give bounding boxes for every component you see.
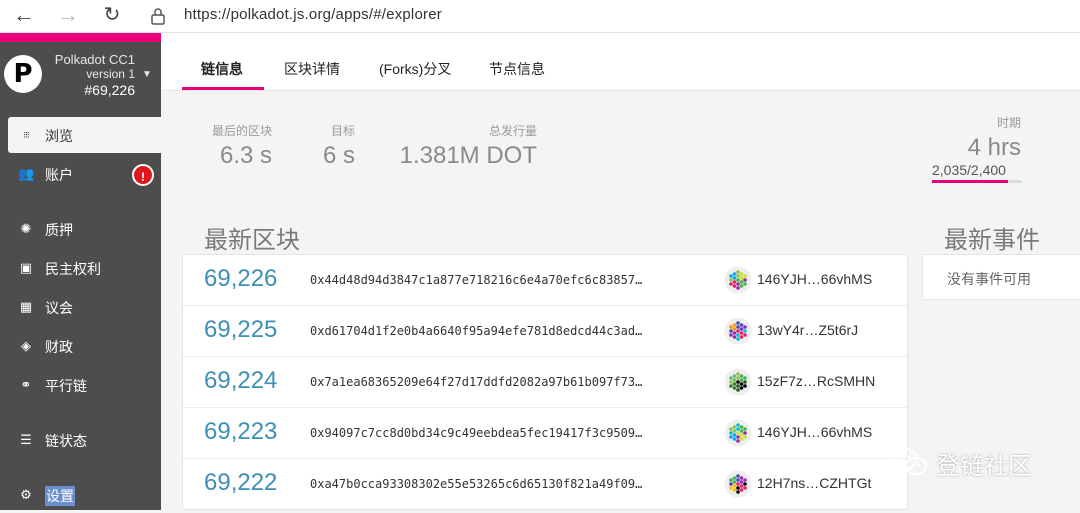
best-block-number: #69,226 bbox=[84, 82, 135, 98]
polkadot-logo[interactable]: P bbox=[4, 55, 42, 93]
tab-chain-info[interactable]: 链信息 bbox=[201, 59, 243, 79]
block-author[interactable]: 13wY4r…Z5t6rJ bbox=[757, 322, 858, 338]
sidebar-item-label: 民主权利 bbox=[45, 261, 101, 277]
identicon-icon[interactable] bbox=[724, 419, 752, 447]
database-icon: ☰ bbox=[20, 432, 32, 447]
sidebar-item-label: 议会 bbox=[45, 300, 73, 316]
table-row: 69,225 0xd61704d1f2e0b4a6640f95a94efe781… bbox=[183, 306, 907, 357]
browser-toolbar: ← → ↻ https://polkadot.js.org/apps/#/exp… bbox=[0, 0, 1080, 33]
sidebar-item-label: 质押 bbox=[45, 222, 73, 238]
sidebar: P Polkadot CC1 version 1 ▼ #69,226 ⁝⁝⁝ 浏… bbox=[0, 33, 161, 510]
cogs-icon: ⚙ bbox=[20, 487, 32, 502]
building-icon: ▦ bbox=[19, 299, 33, 314]
block-hash: 0x44d48d94d3847c1a877e718216c6e4a70efc6c… bbox=[310, 273, 643, 287]
tab-block-details[interactable]: 区块详情 bbox=[284, 59, 340, 79]
back-icon[interactable]: ← bbox=[12, 4, 36, 28]
recent-events-panel: 没有事件可用 bbox=[922, 254, 1080, 300]
chain-name[interactable]: Polkadot CC1 bbox=[55, 52, 135, 67]
watermark-text: 登链社区 bbox=[936, 453, 1032, 480]
chain-version[interactable]: version 1 bbox=[86, 67, 135, 81]
block-number-link[interactable]: 69,225 bbox=[204, 316, 277, 344]
sidebar-item-council[interactable]: ▦ 议会 bbox=[8, 289, 161, 325]
sidebar-item-label: 设置 bbox=[45, 486, 75, 506]
block-hash: 0xd61704d1f2e0b4a6640f95a94efe781d8edcd4… bbox=[310, 324, 643, 338]
block-author[interactable]: 146YJH…66vhMS bbox=[757, 271, 872, 287]
sidebar-item-label: 浏览 bbox=[45, 128, 73, 144]
sidebar-item-treasury[interactable]: ◈ 财政 bbox=[8, 328, 161, 364]
sidebar-item-chainstate[interactable]: ☰ 链状态 bbox=[8, 422, 161, 458]
last-block-label: 最后的区块 bbox=[211, 124, 272, 138]
epoch-label: 时期 bbox=[996, 116, 1021, 130]
block-number-link[interactable]: 69,222 bbox=[204, 469, 277, 497]
sidebar-item-label: 账户 bbox=[45, 167, 73, 183]
total-issuance-label: 总发行量 bbox=[488, 124, 537, 138]
sidebar-item-accounts[interactable]: 👥 账户 ! bbox=[8, 156, 161, 192]
epoch-progress-text: 2,035/2,400 bbox=[932, 162, 1006, 178]
sidebar-item-democracy[interactable]: ▣ 民主权利 bbox=[8, 250, 161, 286]
epoch-progress-fill bbox=[932, 180, 1009, 183]
block-author[interactable]: 15zF7z…RcSMHN bbox=[757, 373, 875, 389]
sidebar-item-staking[interactable]: ✺ 质押 bbox=[8, 211, 161, 247]
sidebar-item-label: 平行链 bbox=[45, 378, 87, 394]
forward-icon[interactable]: → bbox=[56, 4, 80, 28]
events-empty-text: 没有事件可用 bbox=[947, 271, 1031, 287]
sidebar-item-explorer[interactable]: ⁝⁝⁝ 浏览 bbox=[8, 117, 161, 153]
calendar-check-icon: ▣ bbox=[19, 260, 33, 275]
table-row: 69,222 0xa47b0cca93308302e55e53265c6d651… bbox=[183, 459, 907, 509]
block-author[interactable]: 12H7ns…CZHTGt bbox=[757, 475, 871, 491]
identicon-icon[interactable] bbox=[724, 317, 752, 345]
identicon-icon[interactable] bbox=[724, 368, 752, 396]
identicon-icon[interactable] bbox=[724, 266, 752, 294]
identicon-icon[interactable] bbox=[724, 470, 752, 498]
explorer-tabs: 链信息 区块详情 (Forks)分叉 节点信息 bbox=[161, 33, 1080, 91]
sidebar-item-label: 财政 bbox=[45, 339, 73, 355]
block-author[interactable]: 146YJH…66vhMS bbox=[757, 424, 872, 440]
block-hash: 0xa47b0cca93308302e55e53265c6d65130f821a… bbox=[310, 477, 643, 491]
active-tab-indicator bbox=[182, 87, 264, 90]
tab-forks[interactable]: (Forks)分叉 bbox=[379, 59, 451, 79]
table-row: 69,226 0x44d48d94d3847c1a877e718216c6e4a… bbox=[183, 255, 907, 306]
url-bar[interactable]: https://polkadot.js.org/apps/#/explorer bbox=[184, 6, 442, 23]
sidebar-item-settings[interactable]: ⚙ 设置 bbox=[8, 477, 161, 513]
certificate-icon: ✺ bbox=[20, 221, 32, 236]
link-icon: ⚭ bbox=[20, 377, 32, 392]
chevron-down-icon[interactable]: ▼ bbox=[142, 69, 152, 80]
block-number-link[interactable]: 69,224 bbox=[204, 367, 277, 395]
epoch-value: 4 hrs bbox=[967, 134, 1021, 161]
recent-events-title: 最新事件 bbox=[944, 227, 1040, 254]
watermark: 登链社区 bbox=[890, 444, 1070, 480]
table-row: 69,223 0x94097c7cc8d0bd34c9c49eebdea5fec… bbox=[183, 408, 907, 459]
grid-icon: ⁝⁝⁝ bbox=[23, 130, 30, 140]
reload-icon[interactable]: ↻ bbox=[100, 4, 124, 28]
users-icon: 👥 bbox=[18, 166, 35, 181]
block-number-link[interactable]: 69,226 bbox=[204, 265, 277, 293]
lock-icon bbox=[151, 8, 165, 25]
block-hash: 0x94097c7cc8d0bd34c9c49eebdea5fec19417f3… bbox=[310, 426, 643, 440]
table-row: 69,224 0x7a1ea68365209e64f27d17ddfd2082a… bbox=[183, 357, 907, 408]
sidebar-accent-bar bbox=[0, 33, 161, 42]
recent-blocks-title: 最新区块 bbox=[204, 227, 300, 254]
block-number-link[interactable]: 69,223 bbox=[204, 418, 277, 446]
block-hash: 0x7a1ea68365209e64f27d17ddfd2082a97b61b0… bbox=[310, 375, 643, 389]
wechat-icon bbox=[892, 448, 927, 475]
recent-blocks-table: 69,226 0x44d48d94d3847c1a877e718216c6e4a… bbox=[182, 254, 908, 510]
alert-badge: ! bbox=[132, 164, 154, 186]
sidebar-item-label: 链状态 bbox=[45, 433, 87, 449]
target-label: 目标 bbox=[330, 124, 355, 138]
epoch-progress-bar bbox=[932, 180, 1022, 183]
tab-node-info[interactable]: 节点信息 bbox=[489, 59, 545, 79]
total-issuance-value: 1.381M DOT bbox=[399, 142, 537, 169]
gem-icon: ◈ bbox=[21, 338, 31, 353]
last-block-value: 6.3 s bbox=[219, 142, 272, 169]
target-value: 6 s bbox=[322, 142, 355, 169]
sidebar-item-parachains[interactable]: ⚭ 平行链 bbox=[8, 367, 161, 403]
